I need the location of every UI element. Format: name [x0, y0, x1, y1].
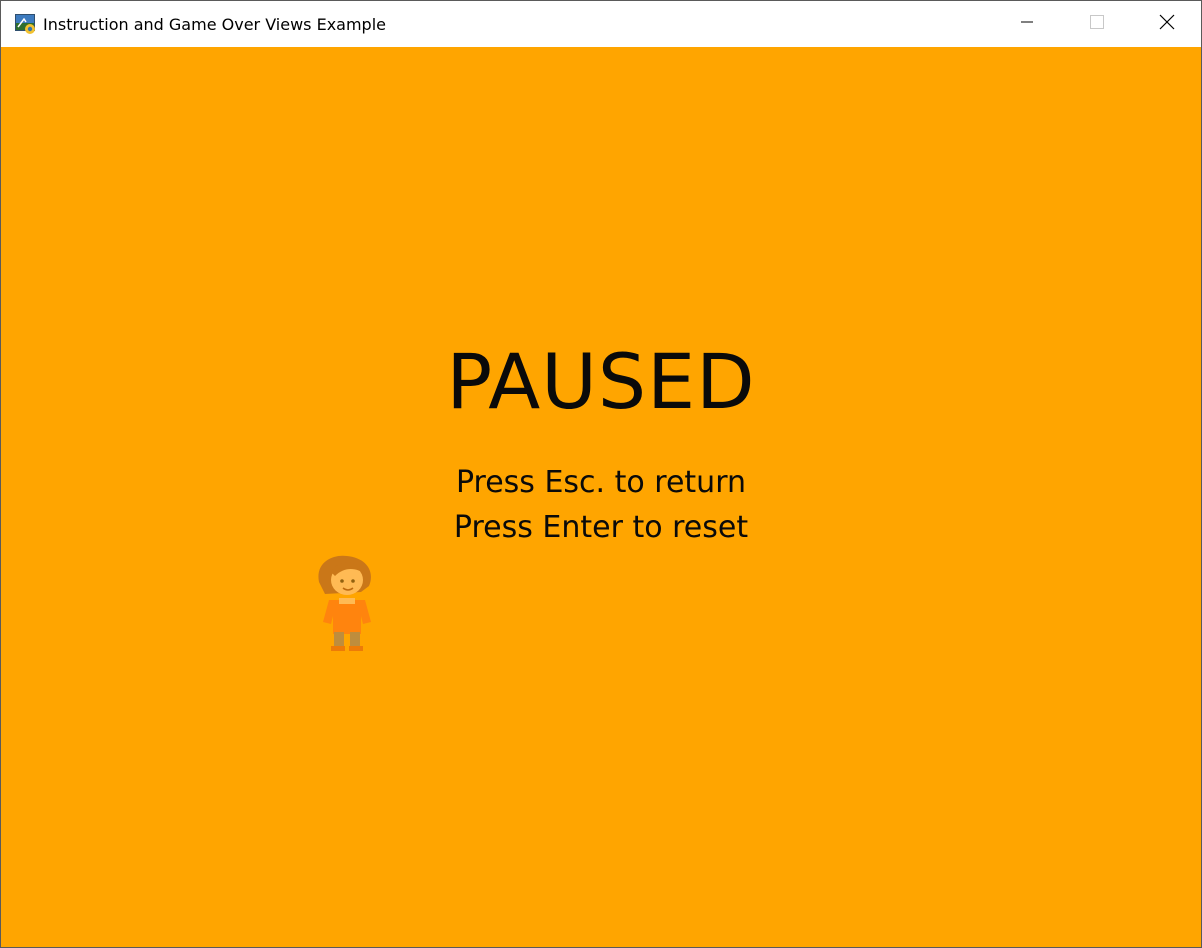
pause-heading: PAUSED — [446, 337, 756, 426]
title-bar[interactable]: Instruction and Game Over Views Example — [1, 1, 1201, 47]
app-window: Instruction and Game Over Views Example … — [0, 0, 1202, 948]
close-icon — [1159, 14, 1175, 35]
maximize-icon — [1090, 14, 1104, 34]
instruction-return: Press Esc. to return — [455, 465, 747, 500]
minimize-button[interactable] — [992, 1, 1062, 47]
python-app-icon — [15, 13, 37, 35]
maximize-button[interactable] — [1062, 1, 1132, 47]
instruction-reset: Press Enter to reset — [453, 510, 749, 545]
window-title: Instruction and Game Over Views Example — [43, 15, 386, 34]
game-canvas[interactable]: PAUSED Press Esc. to return Press Enter … — [1, 47, 1201, 947]
minimize-icon — [1021, 15, 1033, 33]
player-character-sprite — [311, 552, 383, 652]
close-button[interactable] — [1132, 1, 1201, 47]
